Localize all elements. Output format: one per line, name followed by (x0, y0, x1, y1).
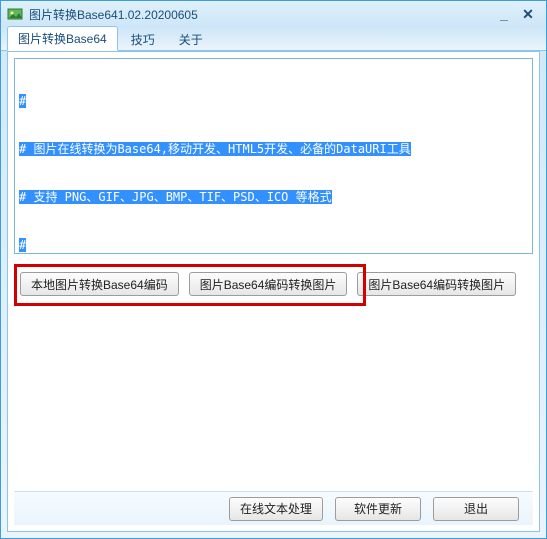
app-window: 图片转换Base641.02.20200605 _ ✕ 图片转换Base64 技… (0, 0, 547, 539)
text-line: # (19, 238, 26, 252)
minimize-button[interactable]: _ (492, 5, 516, 23)
window-title: 图片转换Base641.02.20200605 (29, 6, 492, 23)
text-line: # (19, 94, 26, 108)
main-textarea[interactable]: # # 图片在线转换为Base64,移动开发、HTML5开发、必备的DataUR… (14, 58, 533, 254)
spacer (14, 312, 533, 491)
title-bar: 图片转换Base641.02.20200605 _ ✕ (1, 1, 546, 27)
tab-main[interactable]: 图片转换Base64 (7, 26, 118, 51)
decode-to-image-button-1[interactable]: 图片Base64编码转换图片 (189, 272, 348, 296)
online-text-button[interactable]: 在线文本处理 (229, 497, 323, 521)
text-line: # 图片在线转换为Base64,移动开发、HTML5开发、必备的DataURI工… (19, 142, 411, 156)
text-container: # # 图片在线转换为Base64,移动开发、HTML5开发、必备的DataUR… (14, 58, 533, 254)
text-line: # 支持 PNG、GIF、JPG、BMP、TIF、PSD、ICO 等格式 (19, 190, 332, 204)
button-row: 本地图片转换Base64编码 图片Base64编码转换图片 图片Base64编码… (14, 268, 533, 300)
button-row-container: 本地图片转换Base64编码 图片Base64编码转换图片 图片Base64编码… (14, 268, 533, 312)
exit-button[interactable]: 退出 (433, 497, 519, 521)
decode-to-image-button-2[interactable]: 图片Base64编码转换图片 (357, 272, 516, 296)
bottom-bar: 在线文本处理 软件更新 退出 (14, 491, 533, 525)
update-button[interactable]: 软件更新 (335, 497, 421, 521)
tab-about[interactable]: 关于 (168, 27, 214, 51)
tab-tips[interactable]: 技巧 (120, 27, 166, 51)
client-area: # # 图片在线转换为Base64,移动开发、HTML5开发、必备的DataUR… (7, 51, 540, 532)
app-icon (7, 6, 23, 22)
encode-local-button[interactable]: 本地图片转换Base64编码 (20, 272, 179, 296)
tab-bar: 图片转换Base64 技巧 关于 (1, 27, 546, 51)
close-button[interactable]: ✕ (516, 5, 540, 23)
